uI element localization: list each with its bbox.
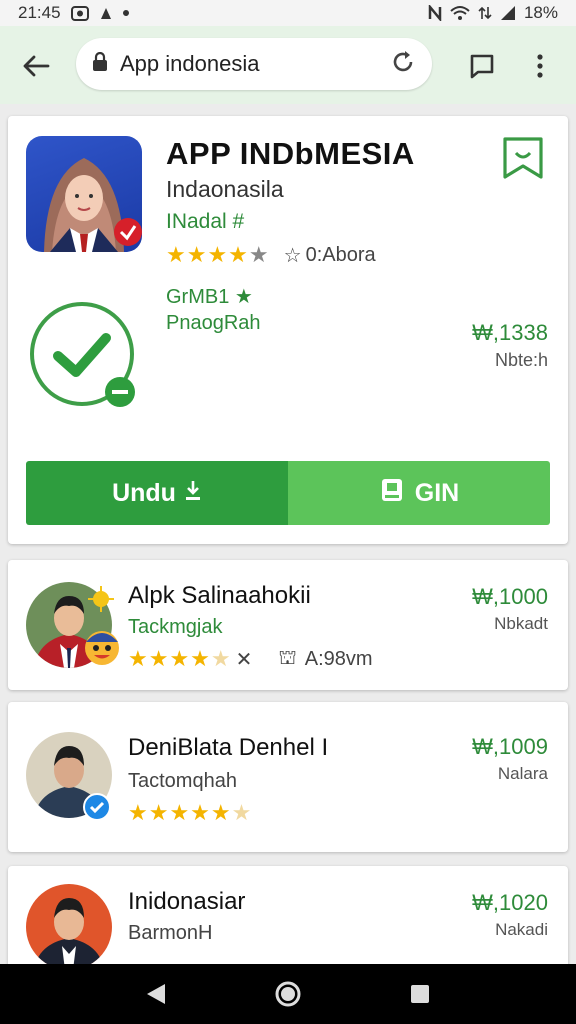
item-price: ₩,1020 bbox=[472, 890, 548, 915]
signal-icon bbox=[500, 5, 516, 21]
download-icon bbox=[184, 479, 202, 508]
item-subtitle: BarmonH bbox=[128, 922, 213, 944]
action-buttons: Undu GIN bbox=[26, 461, 550, 525]
item-title: DeniBlata Denhel I bbox=[128, 734, 329, 761]
screenshot-icon bbox=[70, 5, 89, 21]
nav-home-icon bbox=[275, 981, 301, 1007]
app-title: APP INDbMESIA bbox=[166, 136, 415, 171]
bookmark-button[interactable] bbox=[500, 136, 546, 182]
x-mark-icon: ✕ bbox=[235, 648, 253, 671]
dot-icon bbox=[122, 10, 129, 16]
verified-check-icon bbox=[28, 300, 136, 408]
notification-icon bbox=[99, 5, 113, 21]
gin-button[interactable]: GIN bbox=[288, 461, 550, 525]
item-rating-extra: A:98vm bbox=[304, 647, 373, 670]
item-note: Nalara bbox=[497, 764, 548, 783]
overflow-menu-button[interactable] bbox=[528, 50, 552, 82]
meta-line-2: PnaogRah bbox=[166, 312, 261, 334]
app-icon-illustration bbox=[44, 158, 142, 252]
tabs-button[interactable] bbox=[466, 50, 498, 82]
verified-badge-icon bbox=[82, 792, 112, 827]
app-icon[interactable] bbox=[26, 136, 142, 252]
item-subtitle: Tackmgjak bbox=[128, 616, 223, 638]
star-rating: ★★★★★★ bbox=[128, 800, 253, 825]
list-item[interactable]: Alpk Salinaahokii Tackmgjak ★★★★★ ✕ ⛫ A:… bbox=[8, 560, 568, 690]
back-arrow-icon bbox=[23, 55, 50, 77]
reload-icon[interactable] bbox=[390, 49, 416, 80]
item-note: Nakadi bbox=[495, 920, 548, 939]
sparkle-icon bbox=[88, 586, 114, 617]
url-bar[interactable]: App indonesia bbox=[76, 38, 432, 90]
download-count-icon: ⛫ bbox=[278, 646, 297, 669]
star-rating: ★★★★★ bbox=[128, 646, 232, 671]
nfc-icon bbox=[428, 5, 442, 21]
rating-extra: ☆ 0:Abora bbox=[284, 243, 376, 268]
avatar bbox=[26, 884, 112, 970]
wifi-icon bbox=[450, 5, 470, 21]
back-button[interactable] bbox=[20, 50, 52, 82]
bookmark-icon bbox=[503, 137, 543, 179]
item-note: Nbkadt bbox=[494, 614, 548, 633]
browser-bar: App indonesia bbox=[0, 26, 576, 104]
download-label: Undu bbox=[112, 478, 176, 507]
lock-icon bbox=[92, 51, 108, 77]
star-outline-icon: ☆ bbox=[283, 244, 302, 267]
status-time: 21:45 bbox=[18, 3, 61, 22]
app-tag: INadal # bbox=[166, 210, 245, 233]
more-vert-icon bbox=[537, 54, 543, 78]
app-price-note: Nbte:h bbox=[494, 350, 548, 370]
data-icon bbox=[478, 5, 492, 21]
app-subtitle: Indaonasila bbox=[166, 176, 284, 202]
item-price: ₩,1009 bbox=[472, 734, 548, 759]
item-title: Alpk Salinaahokii bbox=[128, 582, 311, 609]
app-price: ₩,1338 bbox=[472, 320, 548, 345]
meta-line-1: GrMB1 ★ bbox=[166, 286, 253, 308]
url-text: App indonesia bbox=[120, 51, 260, 76]
battery-text: 18% bbox=[523, 3, 558, 22]
nav-back-button[interactable] bbox=[136, 974, 176, 1014]
list-item[interactable]: DeniBlata Denhel I Tactomqhah ★★★★★★ ₩,1… bbox=[8, 702, 568, 852]
install-icon bbox=[379, 477, 405, 510]
star-rating: ★★★★★ bbox=[166, 242, 270, 267]
nav-recents-icon bbox=[411, 985, 429, 1003]
status-bar: 21:45 18% bbox=[0, 0, 576, 26]
rating-row: ★★★★★ ☆ 0:Abora bbox=[166, 242, 376, 268]
system-nav-bar bbox=[0, 964, 576, 1024]
nav-back-icon bbox=[147, 984, 165, 1004]
emoji-sticker-icon bbox=[80, 624, 124, 673]
tabs-icon bbox=[470, 54, 494, 79]
item-title: Inidonasiar bbox=[128, 888, 246, 915]
item-rating: ★★★★★★ bbox=[128, 800, 252, 826]
list-item[interactable]: Inidonasiar BarmonH ₩,1020 Nakadi bbox=[8, 866, 568, 976]
item-subtitle: Tactomqhah bbox=[128, 770, 237, 792]
download-button[interactable]: Undu bbox=[26, 461, 288, 525]
item-rating: ★★★★★ ✕ ⛫ A:98vm bbox=[128, 646, 373, 672]
nav-recents-button[interactable] bbox=[400, 974, 440, 1014]
app-detail-card: APP INDbMESIA Indaonasila INadal # ★★★★★… bbox=[8, 116, 568, 544]
item-price: ₩,1000 bbox=[472, 584, 548, 609]
rating-extra-text: 0:Abora bbox=[305, 243, 376, 266]
gin-label: GIN bbox=[414, 478, 460, 507]
nav-home-button[interactable] bbox=[268, 974, 308, 1014]
star-small-icon: ★ bbox=[234, 286, 253, 308]
